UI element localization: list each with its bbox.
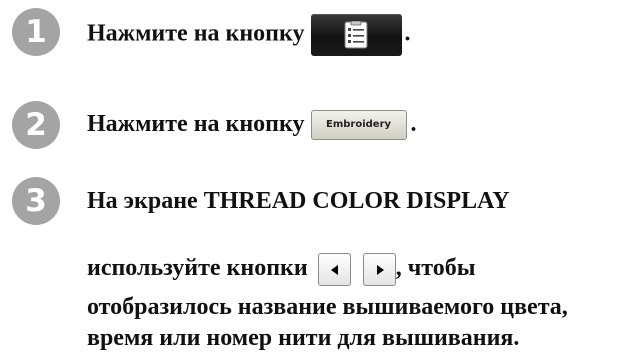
step-3-line-3: отобразилось название вышиваемого цвета, — [87, 294, 568, 320]
embroidery-button[interactable]: Embroidery — [310, 110, 407, 141]
step-2-badge: 2 — [12, 101, 60, 149]
step-2-instruction: Нажмите на кнопку Embroidery. — [87, 110, 417, 141]
step-3-number: 3 — [25, 182, 47, 219]
step-3-line-4: время или номер нити для вышивания. — [87, 325, 520, 351]
right-arrow-icon — [376, 265, 384, 275]
thread-color-display-button[interactable] — [310, 14, 402, 56]
step-3-line-2: используйте кнопки , чтобы — [87, 253, 475, 286]
checklist-icon — [344, 20, 368, 56]
step-1-instruction: Нажмите на кнопку . — [87, 14, 411, 56]
embroidery-button-label: Embroidery — [325, 119, 392, 131]
step-2-number: 2 — [25, 106, 47, 143]
step-1-number: 1 — [25, 13, 47, 50]
step-2-period: . — [410, 111, 417, 137]
step-3-badge: 3 — [12, 177, 60, 225]
next-button[interactable] — [362, 253, 396, 286]
step-3-line-2-text: используйте кнопки — [87, 255, 308, 282]
step-1-period: . — [404, 20, 411, 47]
step-2-text: Нажмите на кнопку — [87, 111, 305, 137]
step-3-line-1: На экране THREAD COLOR DISPLAY — [87, 188, 510, 214]
left-arrow-icon — [330, 265, 338, 275]
step-3-line-2-suffix: , чтобы — [395, 255, 476, 282]
step-1-text: Нажмите на кнопку — [87, 20, 305, 47]
previous-button[interactable] — [317, 253, 351, 286]
step-1-badge: 1 — [12, 8, 60, 56]
